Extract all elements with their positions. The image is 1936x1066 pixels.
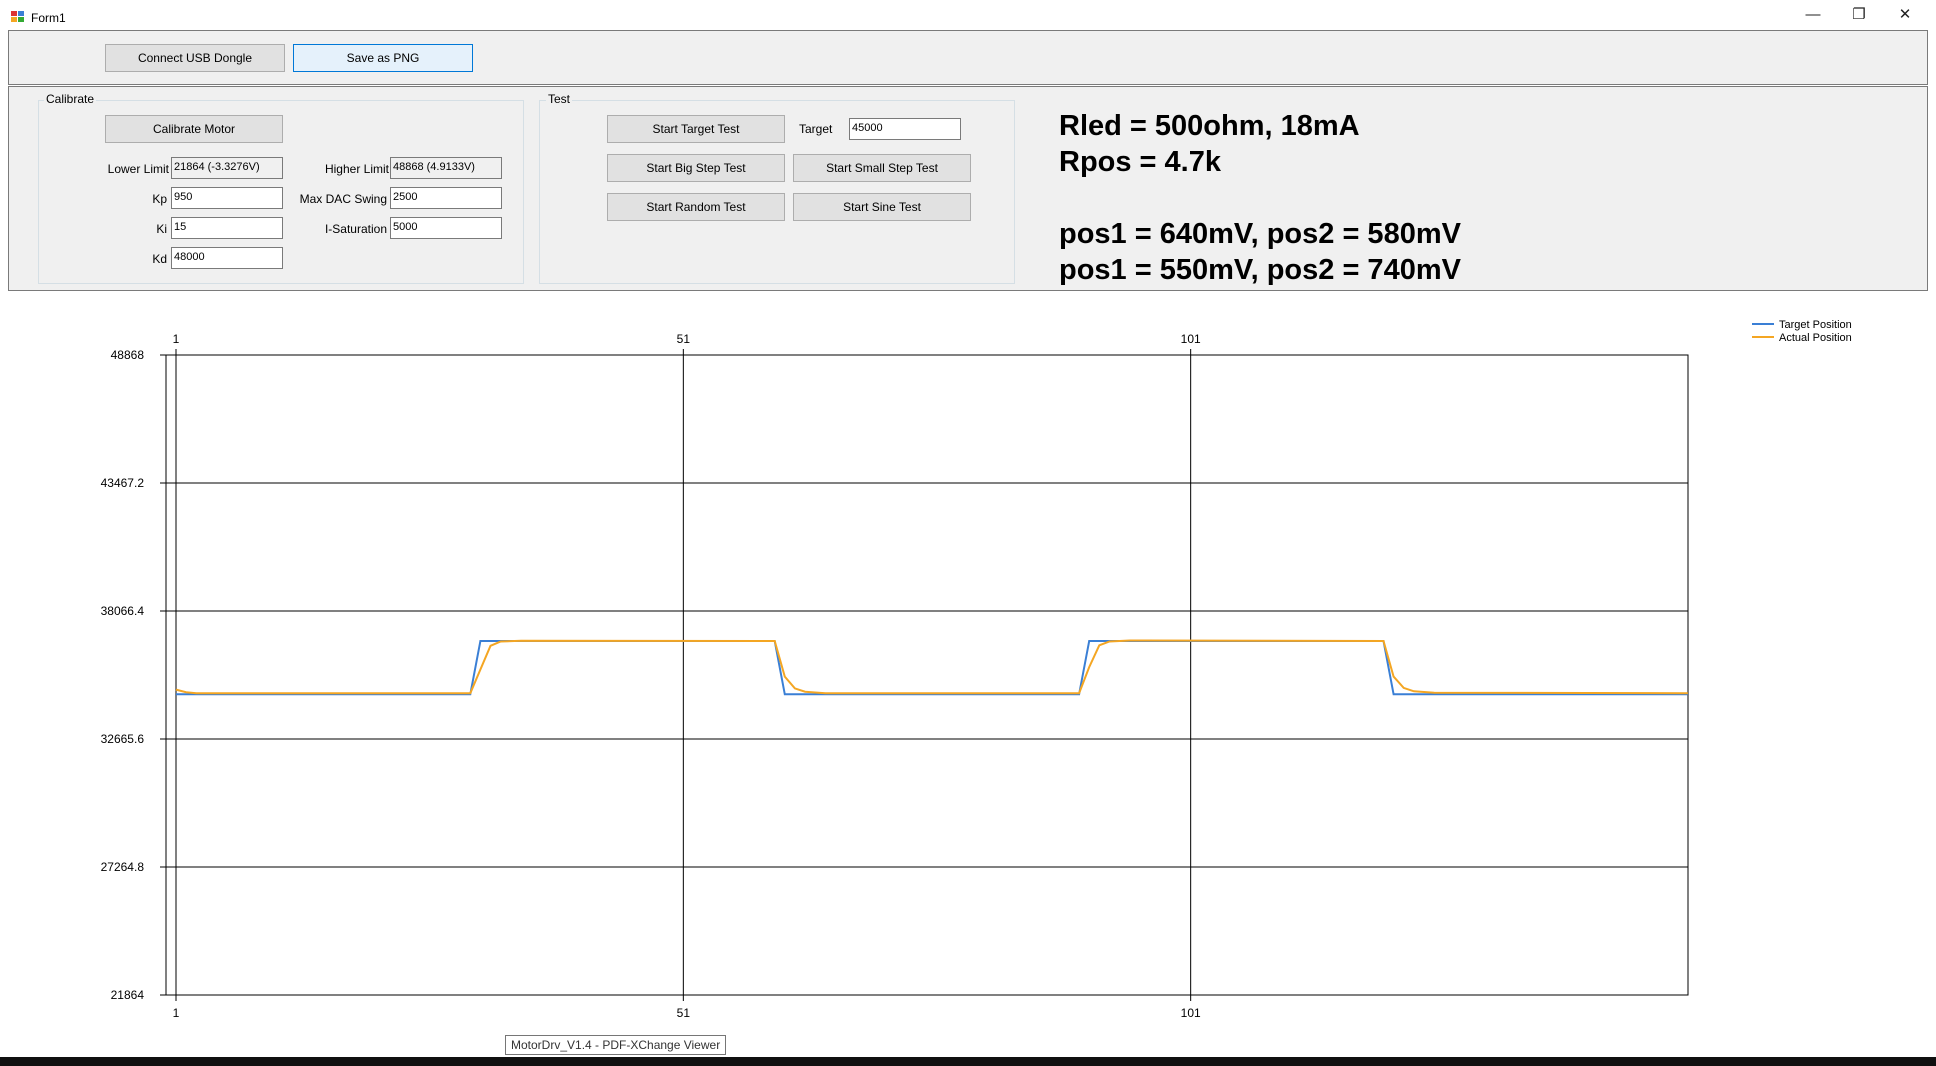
lower-limit-label: Lower Limit [107,162,169,176]
kp-field[interactable]: 950 [171,187,283,209]
note-line-3: pos1 = 640mV, pos2 = 580mV [1059,218,1461,250]
ki-field[interactable]: 15 [171,217,283,239]
y-tick-label: 27264.8 [101,860,145,874]
higher-limit-label: Higher Limit [324,162,389,176]
target-field[interactable]: 45000 [849,118,961,140]
window-title: Form1 [31,11,66,25]
i-saturation-field[interactable]: 5000 [390,217,502,239]
y-tick-label: 21864 [111,988,145,1002]
save-png-button[interactable]: Save as PNG [293,44,473,72]
y-tick-label: 32665.6 [101,732,145,746]
x-tick-label-top: 101 [1181,332,1201,346]
legend-label: Actual Position [1779,332,1852,344]
start-target-test-button[interactable]: Start Target Test [607,115,785,143]
y-tick-label: 48868 [111,348,145,362]
max-dac-swing-label: Max DAC Swing [299,192,387,206]
title-bar: Form1 — ❐ ✕ [0,0,1936,30]
y-tick-label: 38066.4 [101,604,145,618]
taskbar-tooltip: MotorDrv_V1.4 - PDF-XChange Viewer [505,1035,727,1055]
connect-usb-button[interactable]: Connect USB Dongle [105,44,285,72]
start-small-step-test-button[interactable]: Start Small Step Test [793,154,971,182]
x-tick-label-bottom: 51 [677,1006,691,1020]
kp-label: Kp [152,192,167,206]
plot-frame [165,354,1689,996]
x-tick-label-top: 1 [173,332,180,346]
calibrate-group-label: Calibrate [44,92,97,106]
target-position-line [176,640,1688,696]
target-label: Target [799,122,833,136]
ki-label: Ki [156,222,167,236]
start-random-test-button[interactable]: Start Random Test [607,193,785,221]
x-tick-label-bottom: 101 [1181,1006,1201,1020]
controls-panel: Calibrate Calibrate Motor Lower Limit 21… [8,86,1928,291]
note-line-4: pos1 = 550mV, pos2 = 740mV [1059,254,1461,286]
position-chart: 48868 43467.2 38066.4 32665.6 27264.8 21864 1 1… [101,319,1852,1020]
form-app-icon [11,11,25,23]
legend-label: Target Position [1779,319,1852,331]
note-line-2: Rpos = 4.7k [1059,146,1221,178]
x-tick-label-bottom: 1 [173,1006,180,1020]
max-dac-swing-field[interactable]: 2500 [390,187,502,209]
taskbar [0,1057,1936,1066]
kd-label: Kd [152,252,167,266]
higher-limit-field[interactable]: 48868 (4.9133V) [390,157,502,179]
toolbar-panel: Connect USB Dongle Save as PNG [8,30,1928,85]
chart-area: 48868 43467.2 38066.4 32665.6 27264.8 21864 1 1… [0,292,1936,1032]
note-line-1: Rled = 500ohm, 18mA [1059,110,1360,142]
kd-field[interactable]: 48000 [171,247,283,269]
actual-position-line [175,639,1688,695]
test-group-label: Test [546,92,573,106]
minimize-icon[interactable]: — [1790,0,1836,30]
y-tick-label: 43467.2 [101,476,145,490]
close-icon[interactable]: ✕ [1882,0,1928,30]
start-big-step-test-button[interactable]: Start Big Step Test [607,154,785,182]
i-saturation-label: I-Saturation [324,222,387,236]
calibrate-motor-button[interactable]: Calibrate Motor [105,115,283,143]
restore-icon[interactable]: ❐ [1836,0,1882,30]
start-sine-test-button[interactable]: Start Sine Test [793,193,971,221]
x-tick-label-top: 51 [677,332,691,346]
lower-limit-field[interactable]: 21864 (-3.3276V) [171,157,283,179]
